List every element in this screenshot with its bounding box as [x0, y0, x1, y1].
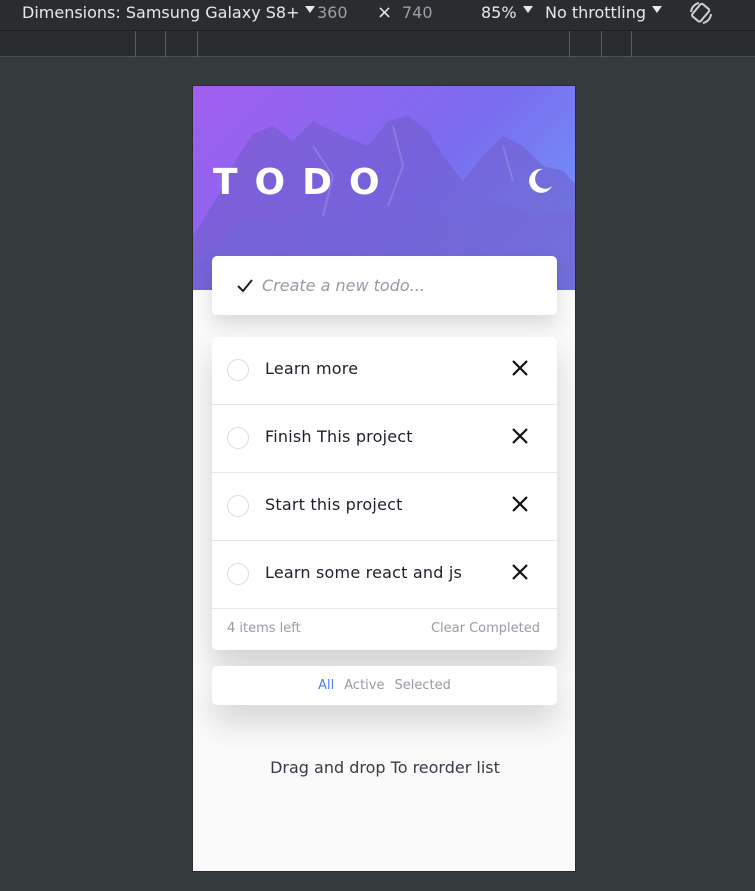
dimension-separator: × [377, 2, 392, 23]
list-item[interactable]: Learn more [212, 337, 557, 405]
complete-checkbox[interactable] [227, 359, 249, 381]
app-title: TODO [213, 162, 397, 203]
new-todo-field[interactable] [212, 256, 557, 315]
throttling-label: No throttling [545, 3, 647, 22]
close-icon[interactable] [510, 358, 530, 378]
list-footer: 4 items left Clear Completed [212, 609, 557, 649]
media-query-ruler [0, 30, 755, 57]
zoom-label: 85% [481, 3, 517, 22]
close-icon[interactable] [510, 426, 530, 446]
filter-all[interactable]: All [318, 678, 334, 693]
viewport-height-field[interactable]: 740 [402, 3, 433, 22]
devtools-device-toolbar: Dimensions: Samsung Galaxy S8+ 360 × 740… [0, 0, 755, 30]
zoom-dropdown[interactable]: 85% [481, 3, 533, 22]
complete-checkbox[interactable] [227, 563, 249, 585]
checkmark-icon [237, 278, 253, 292]
device-viewport: TODO Learn more Finish This project [192, 85, 576, 872]
todo-list: Learn more Finish This project Start thi… [212, 337, 557, 650]
todo-text: Finish This project [265, 427, 413, 446]
close-icon[interactable] [510, 562, 530, 582]
viewport-width-field[interactable]: 360 [317, 3, 348, 22]
filter-bar: All Active Selected [212, 666, 557, 705]
list-item[interactable]: Start this project [212, 473, 557, 541]
list-item[interactable]: Learn some react and js [212, 541, 557, 609]
complete-checkbox[interactable] [227, 495, 249, 517]
items-left-count: 4 items left [227, 621, 301, 636]
complete-checkbox[interactable] [227, 427, 249, 449]
moon-icon[interactable] [526, 167, 554, 195]
chevron-down-icon [522, 6, 533, 13]
chevron-down-icon [305, 6, 316, 13]
device-dimensions-dropdown[interactable]: Dimensions: Samsung Galaxy S8+ [22, 3, 316, 22]
todo-text: Start this project [265, 495, 403, 514]
clear-completed-button[interactable]: Clear Completed [431, 621, 540, 636]
viewport-height-value: 740 [402, 3, 433, 22]
todo-text: Learn more [265, 359, 359, 378]
list-item[interactable]: Finish This project [212, 405, 557, 473]
todo-text: Learn some react and js [265, 563, 463, 582]
times-glyph: × [377, 2, 393, 23]
new-todo-input[interactable] [262, 271, 542, 300]
close-icon[interactable] [510, 494, 530, 514]
device-dimensions-label: Dimensions: Samsung Galaxy S8+ [22, 3, 300, 22]
rotate-icon[interactable] [688, 0, 714, 26]
chevron-down-icon [652, 6, 663, 13]
viewport-width-value: 360 [317, 3, 348, 22]
drag-hint: Drag and drop To reorder list [270, 758, 500, 777]
throttling-dropdown[interactable]: No throttling [545, 3, 663, 22]
filter-selected[interactable]: Selected [394, 678, 450, 693]
filter-active[interactable]: Active [344, 678, 384, 693]
